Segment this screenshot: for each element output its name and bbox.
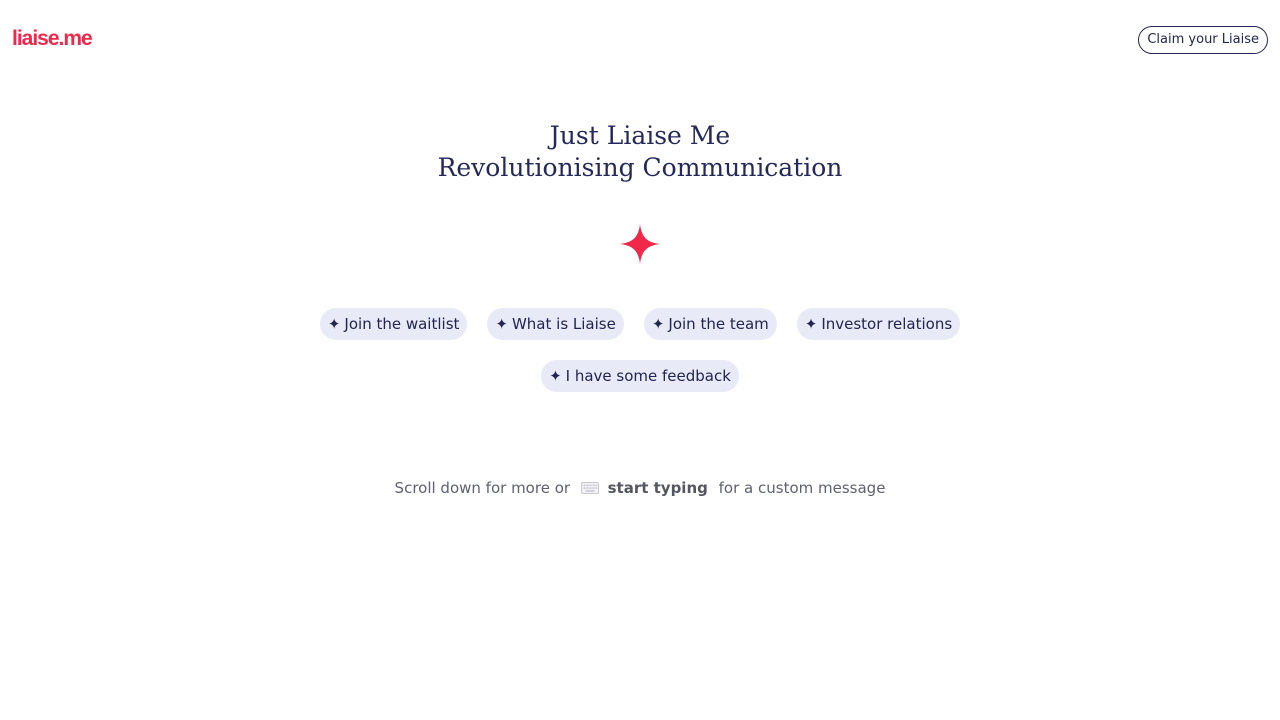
sparkle-icon	[620, 224, 660, 264]
sparkle-small-icon: ✦	[804, 315, 818, 333]
scroll-hint-prefix: Scroll down for more or	[394, 479, 571, 497]
feedback-chip[interactable]: ✦ I have some feedback	[541, 360, 739, 392]
logo[interactable]: liaise.me	[12, 26, 93, 52]
join-the-waitlist-chip[interactable]: ✦ Join the waitlist	[319, 308, 468, 340]
sparkle-small-icon: ✦	[327, 315, 341, 333]
scroll-hint-suffix: for a custom message	[718, 479, 886, 497]
what-is-liaise-chip[interactable]: ✦ What is Liaise	[487, 308, 624, 340]
chip-label: I have some feedback	[565, 367, 731, 385]
investor-relations-chip[interactable]: ✦ Investor relations	[796, 308, 961, 340]
chip-label: What is Liaise	[511, 315, 616, 333]
sparkle-small-icon: ✦	[549, 367, 562, 385]
claim-your-liaise-button[interactable]: Claim your Liaise	[1138, 26, 1268, 54]
scroll-hint: Scroll down for more or start typing for…	[0, 477, 1280, 499]
sparkle-small-icon: ✦	[651, 315, 665, 333]
chip-label: Investor relations	[821, 315, 953, 333]
join-the-team-chip[interactable]: ✦ Join the team	[643, 308, 777, 340]
sparkle-small-icon: ✦	[495, 315, 508, 333]
hero-title-line-2: Revolutionising Communication	[437, 153, 843, 182]
hero-title-line-1: Just Liaise Me	[549, 121, 731, 150]
hero-title: Just Liaise Me Revolutionising Communica…	[0, 120, 1280, 184]
quick-actions-row-1: ✦ Join the waitlist ✦ What is Liaise ✦ J…	[0, 308, 1280, 340]
keyboard-icon	[580, 482, 599, 494]
quick-actions-row-2: ✦ I have some feedback	[0, 360, 1280, 392]
chip-label: Join the team	[668, 315, 769, 333]
start-typing-label: start typing	[607, 479, 708, 497]
chip-label: Join the waitlist	[344, 315, 460, 333]
